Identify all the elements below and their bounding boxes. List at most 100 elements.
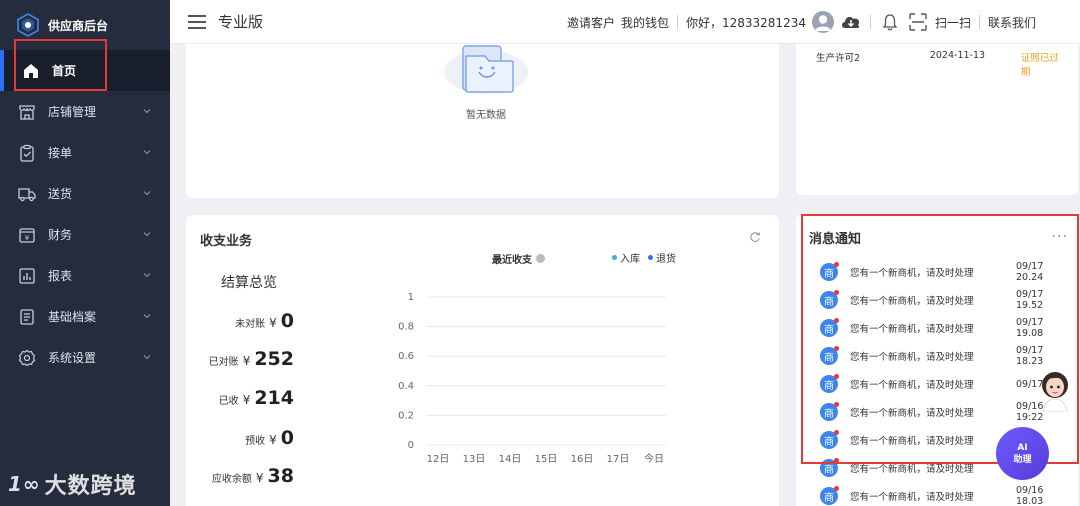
chart-title-text: 最近收支 [492, 255, 532, 266]
contact-link[interactable]: 联系我们 [988, 14, 1036, 31]
info-icon[interactable] [536, 254, 545, 263]
menu-toggle-icon[interactable] [188, 14, 206, 29]
message-time: 09/17 18.23 [1016, 345, 1044, 367]
message-text: 您有一个新商机，请及时处理 [850, 352, 974, 363]
license-card: 生产许可2 2024-11-13 证照已过期 [796, 44, 1078, 195]
y-tick-label: 0.2 [398, 410, 414, 421]
merchant-icon: 商 [820, 346, 839, 365]
sidebar-item-5[interactable]: 报表 [0, 255, 170, 296]
message-item[interactable]: 商您有一个新商机，请及时处理 09/17 20.24 [820, 258, 1070, 286]
merchant-icon: 商 [820, 486, 839, 505]
user-avatar[interactable] [811, 11, 834, 33]
more-icon[interactable]: ··· [1052, 230, 1068, 244]
message-item[interactable]: 商您有一个新商机，请及时处理 09/17 [820, 370, 1070, 398]
settle-row: 应收余额 ¥38 [212, 465, 294, 487]
merchant-icon: 商 [820, 374, 839, 393]
y-tick-label: 0.6 [398, 351, 414, 362]
ai-label-1: AI [1017, 442, 1028, 453]
license-row[interactable]: 生产许可2 2024-11-13 证照已过期 [816, 50, 1066, 78]
y-tick-label: 1 [408, 292, 414, 303]
finance-icon: ¥ [18, 226, 36, 244]
settle-label: 应收余额 [211, 474, 252, 485]
settle-label: 已收 [218, 396, 239, 407]
merchant-icon: 商 [820, 262, 839, 281]
message-text: 您有一个新商机，请及时处理 [850, 464, 974, 475]
assistant-avatar-icon[interactable] [1036, 368, 1074, 412]
watermark-text: 大数跨境 [44, 474, 137, 499]
settle-label: 已对账 [208, 357, 239, 368]
message-item[interactable]: 商您有一个新商机，请及时处理 09/17 18.23 [820, 342, 1070, 370]
settle-row: 已对账 ¥252 [209, 348, 294, 370]
invite-link[interactable]: 邀请客户 [567, 14, 615, 31]
truck-icon [18, 185, 36, 203]
line-chart: 0 0.2 0.4 0.6 0.8 1 12日 13日 14日 15日 16日 17日 今日 [398, 292, 666, 465]
x-tick-label: 今日 [644, 452, 664, 465]
currency-symbol: ¥ [269, 433, 277, 447]
settle-value: 214 [254, 387, 294, 409]
message-text: 您有一个新商机，请及时处理 [850, 380, 974, 391]
y-tick-label: 0.8 [398, 322, 414, 333]
brand-logo-icon [17, 13, 39, 37]
settle-value: 38 [267, 465, 294, 487]
merchant-icon: 商 [820, 458, 839, 477]
brand[interactable]: 供应商后台 [0, 0, 170, 50]
sidebar-item-label: 系统设置 [48, 351, 97, 365]
message-time: 09/17 20.24 [1016, 261, 1044, 283]
merchant-icon: 商 [820, 402, 839, 421]
finance-card: 收支业务 结算总览 未对账 ¥0 已对账 ¥252 已收 ¥214 预收 ¥0 应收余额 ¥38 … [186, 215, 779, 506]
sidebar-item-label: 送货 [48, 187, 73, 201]
divider [869, 15, 871, 29]
empty-card: 暂无数据 [186, 44, 779, 198]
wallet-link[interactable]: 我的钱包 [621, 14, 669, 31]
legend-label-return: 退货 [656, 254, 676, 265]
cloud-download-icon[interactable] [840, 11, 862, 33]
clipboard-icon [18, 144, 36, 162]
top-header: 专业版 邀请客户 我的钱包 你好，12833281234 扫一扫 联系我们 [170, 0, 1080, 44]
settle-value: 0 [280, 310, 294, 332]
empty-folder-icon [444, 45, 528, 94]
sidebar-item-1[interactable]: 店铺管理 [0, 91, 170, 132]
report-icon [18, 267, 36, 285]
chevron-down-icon [143, 232, 151, 237]
message-item[interactable]: 商您有一个新商机，请及时处理 09/17 19.52 [820, 286, 1070, 314]
merchant-icon: 商 [820, 430, 839, 449]
license-date: 2024-11-13 [929, 50, 986, 61]
sidebar-item-label: 报表 [48, 269, 73, 283]
settle-label: 未对账 [235, 319, 266, 330]
message-text: 您有一个新商机，请及时处理 [850, 436, 974, 447]
x-tick-label: 16日 [571, 454, 594, 465]
sidebar-item-7[interactable]: 系统设置 [0, 337, 170, 378]
bell-icon[interactable] [879, 11, 901, 33]
sidebar: 供应商后台 首页 店铺管理接单送货 ¥ 财务报表基础档案系统设置 1∞ 大数跨境 [0, 0, 170, 506]
watermark-logo: 1∞ [8, 472, 41, 496]
message-item[interactable]: 商您有一个新商机，请及时处理 09/16 18.03 [820, 482, 1070, 506]
legend-dot-inbound [612, 255, 617, 260]
svg-text:¥: ¥ [25, 234, 30, 242]
chevron-down-icon [143, 109, 151, 114]
refresh-icon[interactable] [749, 231, 761, 243]
sidebar-item-6[interactable]: 基础档案 [0, 296, 170, 337]
settle-value: 0 [280, 427, 294, 449]
message-text: 您有一个新商机，请及时处理 [850, 324, 974, 335]
license-status: 证照已过期 [1020, 53, 1059, 78]
license-name: 生产许可2 [816, 53, 861, 64]
chart-title: 最近收支 [492, 251, 545, 266]
message-time: 09/17 19.08 [1016, 317, 1044, 339]
sidebar-item-3[interactable]: 送货 [0, 173, 170, 214]
x-tick-label: 12日 [427, 454, 450, 465]
x-tick-label: 17日 [607, 454, 630, 465]
settle-row: 未对账 ¥0 [235, 310, 294, 332]
sidebar-item-2[interactable]: 接单 [0, 132, 170, 173]
divider [978, 15, 980, 29]
ai-assistant-button[interactable]: AI 助理 [996, 427, 1049, 480]
sidebar-item-4[interactable]: ¥ 财务 [0, 214, 170, 255]
message-item[interactable]: 商您有一个新商机，请及时处理 09/16 19:22 [820, 398, 1070, 426]
scan-link[interactable]: 扫一扫 [935, 14, 971, 31]
legend-item-return[interactable]: 退货 [648, 250, 676, 265]
legend-item-inbound[interactable]: 入库 [612, 250, 640, 265]
scan-icon[interactable] [907, 11, 929, 33]
message-item[interactable]: 商您有一个新商机，请及时处理 09/17 19.08 [820, 314, 1070, 342]
sidebar-item-0[interactable]: 首页 [0, 50, 170, 91]
legend-label-inbound: 入库 [620, 254, 640, 265]
sidebar-item-label: 接单 [48, 146, 73, 160]
